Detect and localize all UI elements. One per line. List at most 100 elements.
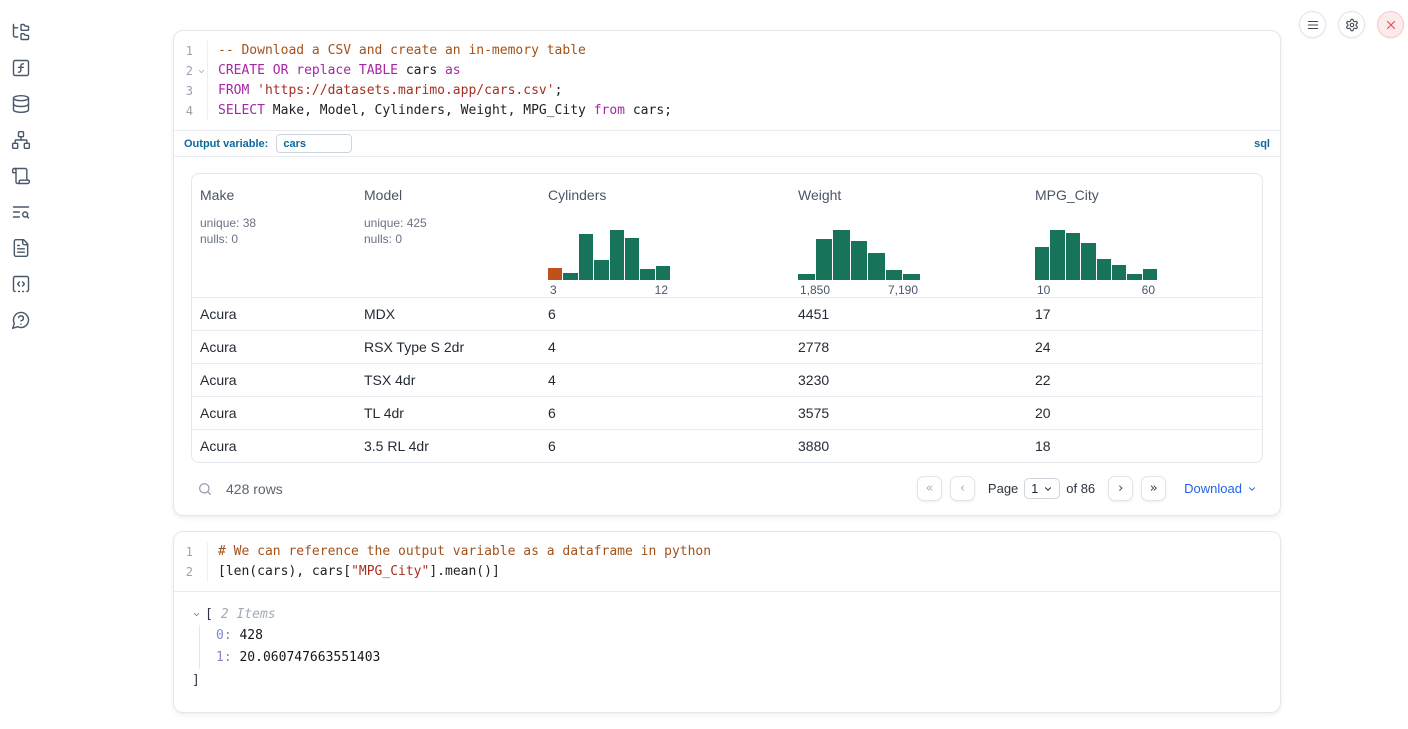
histogram-bar[interactable] [625, 238, 639, 280]
table-cell: MDX [356, 306, 540, 322]
sql-code-editor[interactable]: 1-- Download a CSV and create an in-memo… [174, 31, 1280, 130]
collapse-chevron-icon[interactable] [192, 610, 201, 619]
first-page-button[interactable]: « [917, 476, 942, 501]
gear-icon [1345, 18, 1359, 32]
histogram-bar[interactable] [798, 274, 815, 281]
row-count: 428 rows [226, 481, 283, 497]
histogram-bar[interactable] [1066, 233, 1080, 280]
last-page-button[interactable]: » [1141, 476, 1166, 501]
histogram-bar[interactable] [640, 269, 654, 281]
page-select[interactable]: 1 [1024, 478, 1060, 499]
column-header-model[interactable]: Modelunique: 425nulls: 0 [356, 187, 540, 297]
code-text: # We can reference the output variable a… [208, 542, 711, 562]
fold-chevron-icon[interactable] [197, 62, 206, 82]
code-line[interactable]: 1-- Download a CSV and create an in-memo… [174, 41, 1280, 61]
code-token: ].mean()] [429, 564, 499, 579]
search-icon[interactable] [197, 481, 213, 497]
chevron-down-icon [1043, 484, 1053, 494]
code-line[interactable]: 2CREATE OR replace TABLE cars as [174, 61, 1280, 81]
code-line[interactable]: 4SELECT Make, Model, Cylinders, Weight, … [174, 101, 1280, 121]
code-token: 'https://datasets.marimo.app/cars.csv' [257, 83, 554, 98]
histogram-bar[interactable] [1127, 274, 1141, 280]
documentation-icon[interactable] [11, 238, 31, 258]
snippets-icon[interactable] [11, 274, 31, 294]
table-body: AcuraMDX6445117AcuraRSX Type S 2dr427782… [192, 297, 1262, 462]
table-cell: 22 [1027, 372, 1262, 388]
table-row[interactable]: AcuraMDX6445117 [192, 297, 1262, 330]
code-text: [len(cars), cars["MPG_City"].mean()] [208, 562, 500, 582]
code-token: ; [555, 83, 563, 98]
table-row[interactable]: Acura3.5 RL 4dr6388018 [192, 429, 1262, 462]
download-button[interactable]: Download [1184, 481, 1257, 496]
code-line[interactable]: 1# We can reference the output variable … [174, 542, 1280, 562]
table-row[interactable]: AcuraTSX 4dr4323022 [192, 363, 1262, 396]
code-line[interactable]: 2[len(cars), cars["MPG_City"].mean()] [174, 562, 1280, 582]
histogram-bar[interactable] [594, 260, 608, 280]
histogram-bar[interactable] [868, 253, 885, 281]
file-explorer-icon[interactable] [11, 22, 31, 42]
code-token: "MPG_City" [351, 564, 429, 579]
functions-icon[interactable] [11, 58, 31, 78]
datasources-icon[interactable] [11, 94, 31, 114]
histogram-axis: 1060 [1035, 283, 1157, 297]
column-header-weight[interactable]: Weight1,8507,190 [790, 187, 1027, 297]
histogram-bar[interactable] [1143, 269, 1157, 280]
column-header-make[interactable]: Makeunique: 38nulls: 0 [192, 187, 356, 297]
histogram-bar[interactable] [548, 268, 562, 281]
column-header-cylinders[interactable]: Cylinders 312 [540, 187, 790, 297]
sidebar [0, 0, 42, 330]
histogram-bar[interactable] [656, 266, 670, 280]
histogram-bar[interactable] [851, 241, 868, 281]
next-page-button[interactable]: › [1108, 476, 1133, 501]
scratchpad-icon[interactable] [11, 166, 31, 186]
page-label: Page [988, 481, 1018, 496]
table-cell: 3230 [790, 372, 1027, 388]
histogram-axis: 312 [548, 283, 670, 297]
table-cell: 17 [1027, 306, 1262, 322]
histogram-bar[interactable] [816, 239, 833, 280]
settings-button[interactable] [1338, 11, 1365, 38]
code-line[interactable]: 3FROM 'https://datasets.marimo.app/cars.… [174, 81, 1280, 101]
data-table: Makeunique: 38nulls: 0Modelunique: 425nu… [191, 173, 1263, 463]
tree-entry-key: 1: [216, 650, 232, 665]
shutdown-button[interactable] [1377, 11, 1404, 38]
histogram-bar[interactable] [1081, 243, 1095, 280]
histogram-bar[interactable] [610, 230, 624, 280]
table-row[interactable]: AcuraTL 4dr6357520 [192, 396, 1262, 429]
line-number: 2 [174, 562, 208, 582]
table-cell: 2778 [790, 339, 1027, 355]
table-row[interactable]: AcuraRSX Type S 2dr4277824 [192, 330, 1262, 363]
help-icon[interactable] [11, 310, 31, 330]
histogram-bar[interactable] [903, 274, 920, 281]
code-token: FROM [218, 83, 249, 98]
column-label: Weight [798, 187, 1019, 203]
histogram-bar[interactable] [1050, 230, 1064, 280]
output-variable-input[interactable] [276, 134, 352, 153]
menu-button[interactable] [1299, 11, 1326, 38]
table-cell: Acura [192, 306, 356, 322]
axis-label: 12 [655, 283, 668, 297]
tree-entry: 1: 20.060747663551403 [216, 647, 1262, 669]
column-header-mpg_city[interactable]: MPG_City1060 [1027, 187, 1262, 297]
output-variable-row: Output variable: sql [174, 130, 1280, 157]
column-label: Cylinders [548, 187, 782, 203]
python-code-editor[interactable]: 1# We can reference the output variable … [174, 532, 1280, 591]
histogram-bar[interactable] [833, 230, 850, 280]
dependency-graph-icon[interactable] [11, 130, 31, 150]
code-token: [len(cars), cars[ [218, 564, 351, 579]
table-cell: TSX 4dr [356, 372, 540, 388]
prev-page-button[interactable]: ‹ [950, 476, 975, 501]
histogram-bar[interactable] [886, 270, 903, 280]
histogram-bar[interactable] [1097, 259, 1111, 281]
python-cell: 1# We can reference the output variable … [173, 531, 1281, 713]
histogram-bar[interactable] [1112, 265, 1126, 280]
table-cell: RSX Type S 2dr [356, 339, 540, 355]
tree-entry-key: 0: [216, 628, 232, 643]
histogram-bar[interactable] [563, 273, 577, 281]
histogram-bar[interactable] [579, 234, 593, 280]
histogram-bar[interactable] [1035, 247, 1049, 280]
open-bracket: [ [205, 607, 213, 622]
column-histogram: 312 [548, 230, 782, 297]
logs-search-icon[interactable] [11, 202, 31, 222]
output-variable-label: Output variable: [184, 138, 268, 150]
